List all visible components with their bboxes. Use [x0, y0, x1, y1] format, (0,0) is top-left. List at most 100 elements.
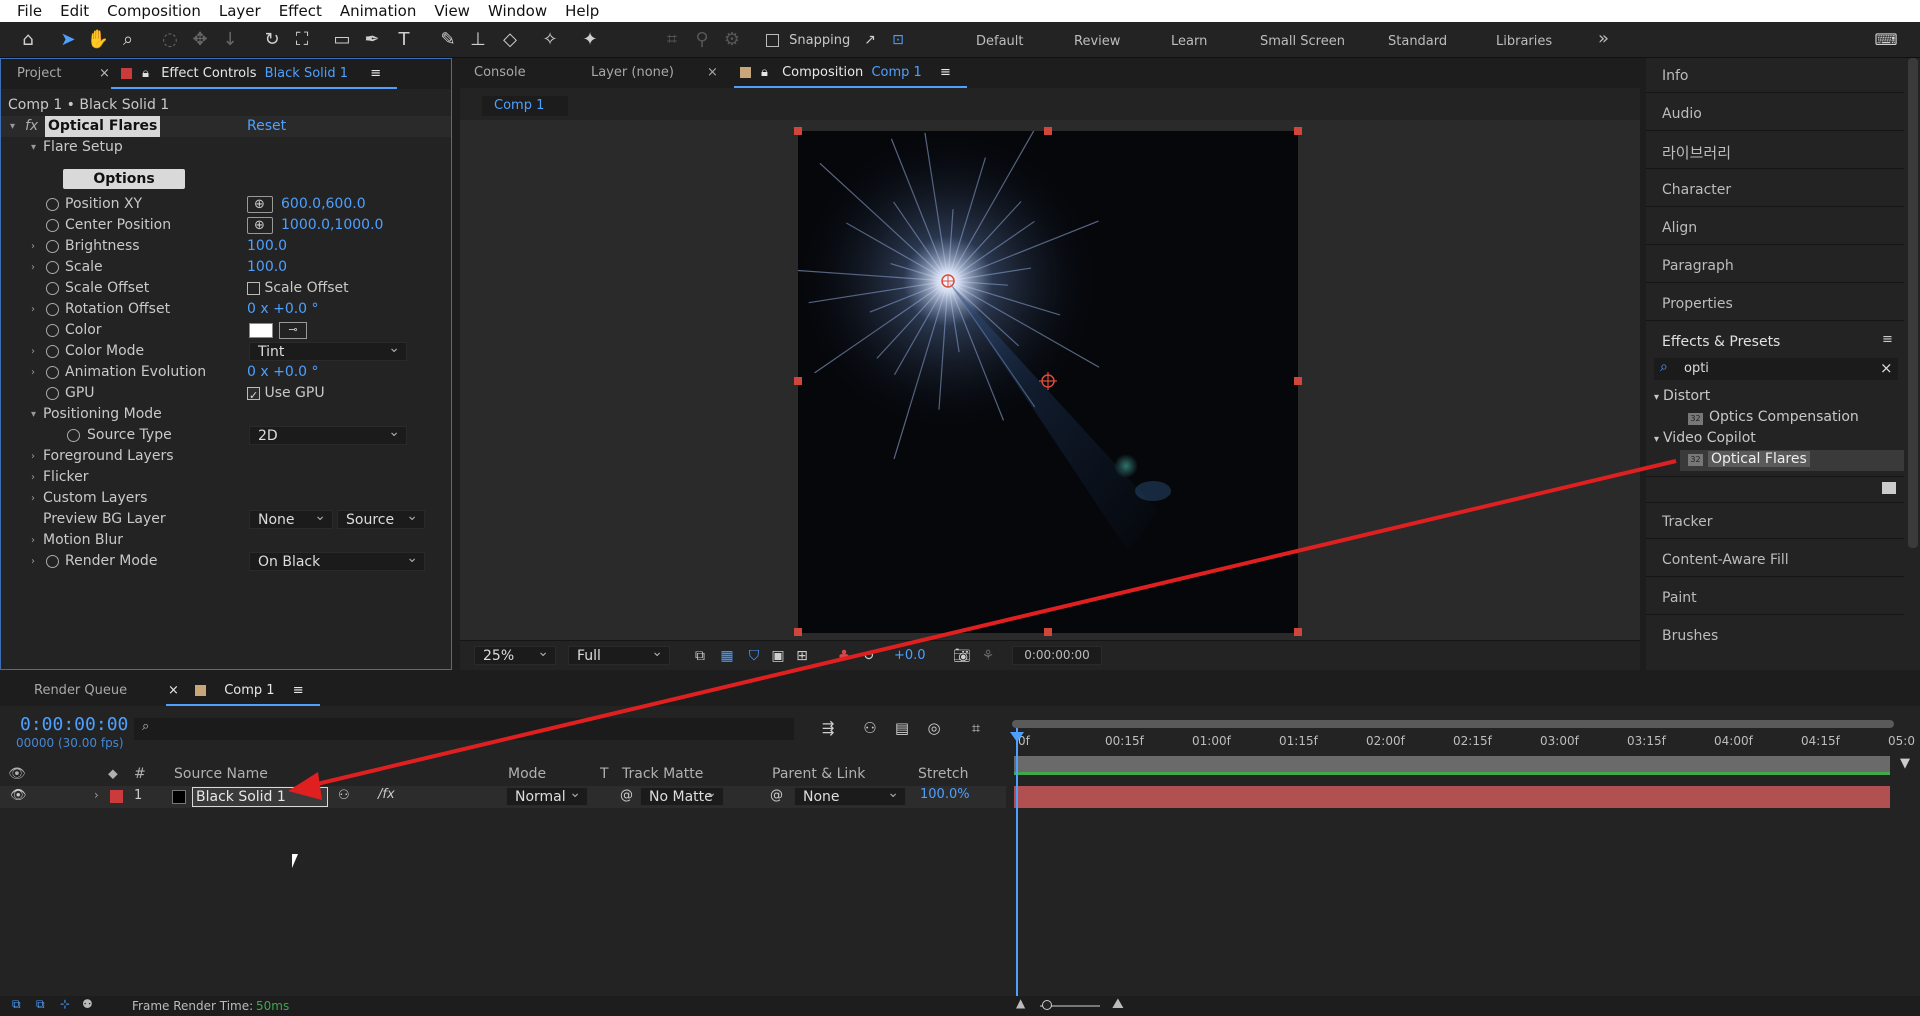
puppet-tool-icon[interactable]: ✦ — [578, 28, 602, 52]
menu-help[interactable]: Help — [556, 2, 608, 20]
clear-search-icon[interactable]: × — [1880, 359, 1893, 377]
tree-category-distort[interactable]: ▾ Distort — [1654, 388, 1710, 404]
rectangle-tool-icon[interactable]: ▭ — [330, 28, 354, 52]
effect-switch-icon[interactable]: /fx — [378, 787, 395, 802]
workspace-default[interactable]: Default — [976, 34, 1024, 49]
search-value[interactable]: opti — [1684, 361, 1709, 376]
preview-bg-layer-dropdown[interactable]: None — [249, 507, 333, 529]
new-preset-icon[interactable] — [1882, 482, 1896, 494]
flare-setup-row[interactable]: ▾ Flare Setup — [1, 137, 451, 158]
snapping-toggle[interactable]: Snapping — [766, 33, 850, 48]
close-icon[interactable]: × — [99, 59, 110, 89]
snap-features-icon[interactable]: ⊡ — [886, 28, 910, 52]
work-area-bar[interactable] — [1014, 756, 1890, 772]
tab-console[interactable]: Console — [460, 58, 575, 88]
panel-paragraph[interactable]: Paragraph — [1662, 258, 1734, 274]
composition-canvas[interactable] — [798, 131, 1298, 633]
rotate-tool-icon[interactable]: ↻ — [260, 28, 284, 52]
twirl-closed-icon[interactable]: › — [31, 530, 41, 551]
layer-row[interactable]: 👁︎ › 1 Black Solid 1 ⚇ /fx Normal @ No M… — [0, 784, 1006, 808]
selection-tool-icon[interactable]: ➤ — [56, 28, 80, 52]
right-panel-scrollbar[interactable] — [1908, 58, 1918, 548]
axis-world-icon[interactable]: ⚲ — [690, 28, 714, 52]
tree-category-video-copilot[interactable]: ▾ Video Copilot — [1654, 430, 1756, 446]
property-motion-blur[interactable]: › Motion Blur — [1, 530, 451, 551]
crosshair-target-icon[interactable] — [247, 215, 273, 236]
stretch-value[interactable]: 100.0% — [920, 787, 970, 802]
zoom-out-icon[interactable]: ▲ — [1016, 996, 1025, 1010]
transform-handle[interactable] — [1294, 127, 1302, 135]
panel-menu-icon[interactable]: ≡ — [1882, 332, 1893, 347]
twirl-closed-icon[interactable]: › — [31, 551, 41, 572]
stopwatch-icon[interactable] — [46, 387, 59, 400]
property-positioning-mode[interactable]: ▾ Positioning Mode — [1, 404, 451, 425]
twirl-open-icon[interactable]: ▾ — [10, 116, 20, 137]
panel-tracker[interactable]: Tracker — [1662, 514, 1713, 530]
render-mode-dropdown[interactable]: On Black — [249, 549, 425, 571]
crosshair-target-icon[interactable] — [247, 194, 273, 215]
region-of-interest-icon[interactable]: ▣ — [766, 644, 790, 668]
channels-icon[interactable]: ♣ — [832, 644, 856, 668]
effect-optical-flares-row[interactable]: 32 Optical Flares — [1680, 450, 1904, 471]
transparency-grid-icon[interactable]: ▦ — [715, 644, 739, 668]
workspace-review[interactable]: Review — [1074, 34, 1120, 49]
stopwatch-icon[interactable] — [46, 324, 59, 337]
scale-offset-toggle[interactable]: Scale Offset — [247, 278, 349, 299]
fast-previews-icon[interactable]: ⧉ — [688, 644, 712, 668]
layer-name-field[interactable]: Black Solid 1 — [192, 787, 328, 807]
dolly-tool-icon[interactable]: ↓ — [218, 28, 242, 52]
source-type-dropdown[interactable]: 2D — [249, 423, 407, 445]
workspace-small-screen[interactable]: Small Screen — [1260, 34, 1345, 49]
toggle-in-out-icon[interactable]: ⊹ — [60, 997, 70, 1011]
use-gpu-toggle[interactable]: Use GPU — [247, 383, 325, 404]
layer-duration-bar[interactable] — [1014, 786, 1890, 808]
shy-switch-icon[interactable]: ⚇ — [338, 788, 350, 803]
menu-layer[interactable]: Layer — [210, 2, 270, 20]
fx-icon[interactable]: fx — [25, 116, 38, 137]
toggle-transfer-controls-icon[interactable]: ⧉ — [36, 997, 45, 1012]
zoom-in-icon[interactable]: ⛰ — [1112, 996, 1124, 1012]
options-button[interactable]: Options — [63, 169, 185, 189]
resolution-dropdown[interactable]: Full — [568, 643, 670, 665]
effect-optics-compensation[interactable]: 32 Optics Compensation — [1688, 409, 1859, 425]
twirl-closed-icon[interactable]: › — [31, 488, 41, 509]
lock-icon[interactable]: 🔒︎ — [761, 65, 768, 80]
stopwatch-icon[interactable] — [46, 555, 59, 568]
stopwatch-icon[interactable] — [46, 345, 59, 358]
panel-libraries-ko[interactable]: 라이브러리 — [1662, 142, 1731, 163]
toggle-layer-switches-icon[interactable]: ⧉ — [12, 997, 21, 1012]
panel-effects-presets[interactable]: Effects & Presets — [1662, 334, 1780, 350]
reset-link[interactable]: Reset — [247, 116, 286, 137]
tab-layer[interactable]: Layer (none) — [575, 58, 705, 88]
panel-align[interactable]: Align — [1662, 220, 1697, 236]
color-mode-dropdown[interactable]: Tint — [249, 339, 407, 361]
parent-dropdown[interactable]: None — [794, 784, 906, 806]
stopwatch-icon[interactable] — [46, 261, 59, 274]
zoom-tool-icon[interactable]: ⌕ — [116, 28, 140, 52]
comp-breadcrumb-chip[interactable]: Comp 1 — [482, 96, 568, 116]
panel-menu-icon[interactable]: ≡ — [370, 66, 381, 81]
grid-guides-icon[interactable]: ⊞ — [790, 644, 814, 668]
panel-properties[interactable]: Properties — [1662, 296, 1733, 312]
current-time-field[interactable]: 0:00:00:00 — [1012, 646, 1102, 665]
zoom-dropdown[interactable]: 25% — [474, 643, 556, 665]
menu-effect[interactable]: Effect — [270, 2, 331, 20]
snapping-checkbox[interactable] — [766, 34, 779, 47]
preview-bg-source-dropdown[interactable]: Source — [337, 507, 425, 529]
panel-paint[interactable]: Paint — [1662, 590, 1697, 606]
tab-close[interactable]: × — [705, 58, 734, 88]
effect-name[interactable]: Optical Flares — [45, 116, 161, 137]
column-source-name[interactable]: Source Name — [174, 766, 268, 782]
comp-marker-bin-icon[interactable]: ▼ — [1900, 756, 1910, 771]
twirl-open-icon[interactable]: ▾ — [31, 404, 41, 425]
tab-composition[interactable]: 🔒︎ Composition Comp 1 ≡ — [733, 58, 967, 88]
eyedropper-icon[interactable]: ⊸ — [279, 322, 307, 339]
twirl-closed-icon[interactable]: › — [31, 467, 41, 488]
twirl-closed-icon[interactable]: › — [31, 362, 41, 383]
position-xy-number[interactable]: 600.0,600.0 — [281, 196, 366, 212]
exposure-value[interactable]: +0.0 — [894, 648, 926, 663]
snapshot-camera-icon[interactable]: 📷︎ — [950, 644, 974, 668]
roto-brush-tool-icon[interactable]: ✧ — [538, 28, 562, 52]
axis-view-icon[interactable]: ⚙ — [720, 28, 744, 52]
axis-local-icon[interactable]: ⌗ — [660, 28, 684, 52]
